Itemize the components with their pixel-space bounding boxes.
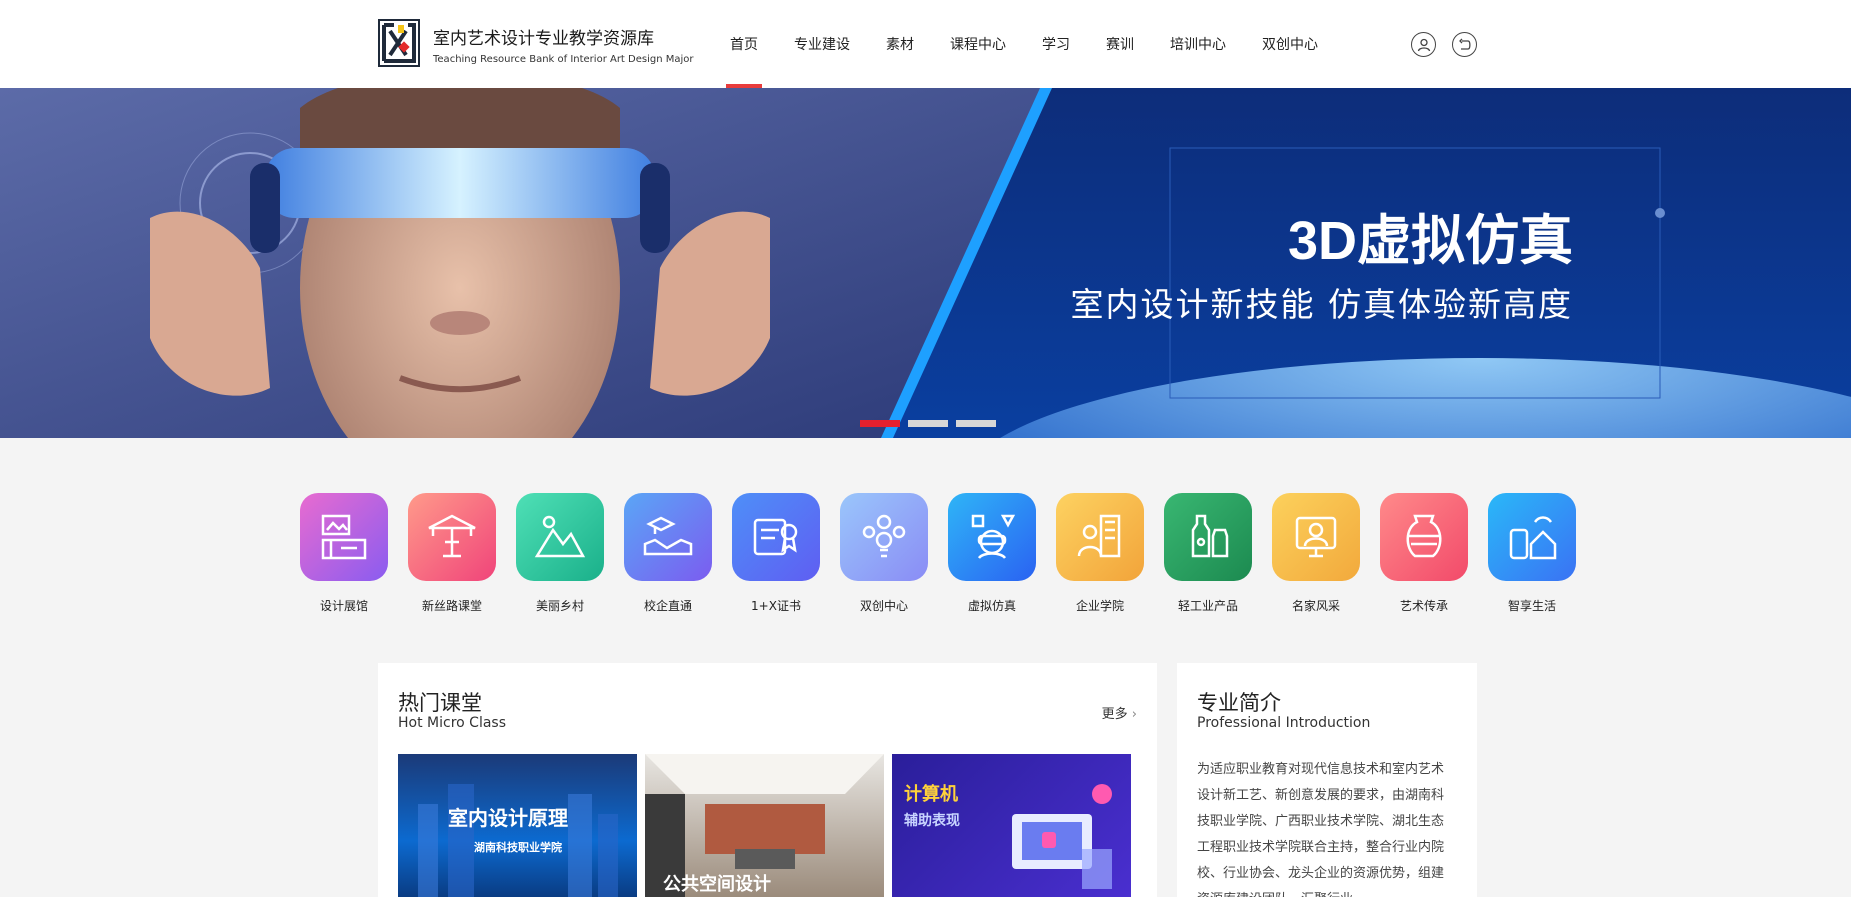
category-label: 智享生活 [1507, 599, 1556, 613]
category-silk-road[interactable]: 新丝路课堂 [408, 493, 516, 614]
site-header: 室内艺术设计专业教学资源库 Teaching Resource Bank of … [0, 0, 1851, 88]
course-thumb-1[interactable]: 室内设计原理 湖南科技职业学院 [398, 754, 637, 897]
main-nav: 首页 专业建设 素材 课程中心 学习 赛训 培训中心 双创中心 [712, 0, 1336, 88]
hot-class-subtitle: Hot Micro Class [398, 715, 506, 731]
nav-item-competition[interactable]: 赛训 [1088, 0, 1152, 88]
intro-text: 为适应职业教育对现代信息技术和室内艺术设计新工艺、新创意发展的要求，由湖南科技职… [1197, 762, 1445, 897]
nav-item-major[interactable]: 专业建设 [776, 0, 868, 88]
course-thumb-3[interactable]: 计算机 辅助表现 [892, 754, 1131, 897]
master-icon [1272, 493, 1360, 581]
nav-item-courses[interactable]: 课程中心 [932, 0, 1024, 88]
category-light-industry[interactable]: 轻工业产品 [1164, 493, 1272, 614]
carousel-dot-3[interactable] [956, 420, 996, 427]
category-label: 虚拟仿真 [967, 599, 1016, 613]
category-school-enterprise[interactable]: 校企直通 [624, 493, 732, 614]
category-innovation[interactable]: 双创中心 [840, 493, 948, 614]
intro-subtitle: Professional Introduction [1197, 715, 1371, 731]
category-label: 轻工业产品 [1177, 599, 1238, 613]
hot-class-card: 热门课堂 Hot Micro Class 更多 › 室内设计原理 湖南科技职业学… [378, 663, 1157, 897]
category-1x-certificate[interactable]: 1+X证书 [732, 493, 840, 614]
certificate-icon [732, 493, 820, 581]
banner-image [0, 88, 1851, 438]
brand-name-cn: 室内艺术设计专业教学资源库 [433, 29, 654, 49]
category-label: 双创中心 [859, 599, 908, 613]
category-masters[interactable]: 名家风采 [1272, 493, 1380, 614]
banner-title: 3D虚拟仿真 [1287, 211, 1573, 271]
vr-headset-icon [948, 493, 1036, 581]
thumb-title: 室内设计原理 [448, 806, 568, 830]
category-virtual-simulation[interactable]: 虚拟仿真 [948, 493, 1056, 614]
lightbulb-icon [840, 493, 928, 581]
thumb-title: 计算机 [904, 784, 958, 805]
carousel-dot-2[interactable] [908, 420, 948, 427]
nav-item-innovation[interactable]: 双创中心 [1244, 0, 1336, 88]
handshake-icon [624, 493, 712, 581]
category-label: 1+X证书 [751, 599, 801, 613]
mountain-village-icon [516, 493, 604, 581]
category-list: 设计展馆 新丝路课堂 美丽乡村 校企直通 1+X证书 双创中心 虚拟仿真 企业学… [300, 493, 1596, 614]
category-label: 新丝路课堂 [421, 599, 482, 613]
category-label: 企业学院 [1075, 599, 1124, 613]
banner-subtitle: 室内设计新技能 仿真体验新高度 [1070, 285, 1573, 324]
hot-class-title: 热门课堂 [398, 691, 482, 715]
category-label: 校企直通 [643, 599, 692, 613]
school-logo[interactable] [378, 19, 420, 67]
nav-item-materials[interactable]: 素材 [868, 0, 932, 88]
intro-card: 专业简介 Professional Introduction 为适应职业教育对现… [1177, 663, 1477, 897]
pavilion-icon [408, 493, 496, 581]
chevron-right-icon: › [1131, 707, 1137, 722]
category-smart-living[interactable]: 智享生活 [1488, 493, 1596, 614]
category-design-gallery[interactable]: 设计展馆 [300, 493, 408, 614]
nav-item-training[interactable]: 培训中心 [1152, 0, 1244, 88]
vase-icon [1380, 493, 1468, 581]
category-label: 名家风采 [1291, 599, 1340, 613]
nav-item-home[interactable]: 首页 [712, 0, 776, 88]
category-enterprise-college[interactable]: 企业学院 [1056, 493, 1164, 614]
design-gallery-icon [300, 493, 388, 581]
category-label: 美丽乡村 [535, 599, 584, 613]
thumb-subtitle: 湖南科技职业学院 [474, 841, 562, 854]
category-label: 艺术传承 [1399, 599, 1448, 613]
thumb-title: 公共空间设计 [663, 874, 771, 895]
intro-title: 专业简介 [1197, 691, 1281, 715]
category-art-heritage[interactable]: 艺术传承 [1380, 493, 1488, 614]
user-icon[interactable] [1411, 32, 1436, 57]
nav-item-study[interactable]: 学习 [1024, 0, 1088, 88]
more-label: 更多 [1101, 707, 1128, 722]
logout-icon[interactable] [1452, 32, 1477, 57]
brand[interactable]: 室内艺术设计专业教学资源库 Teaching Resource Bank of … [433, 24, 694, 65]
hero-banner[interactable]: 3D虚拟仿真 室内设计新技能 仿真体验新高度 [0, 88, 1851, 438]
enterprise-icon [1056, 493, 1144, 581]
smart-home-icon [1488, 493, 1576, 581]
bottles-icon [1164, 493, 1252, 581]
brand-name-en: Teaching Resource Bank of Interior Art D… [433, 54, 694, 65]
carousel-indicators [860, 420, 996, 427]
course-thumb-2[interactable]: 公共空间设计 [645, 754, 884, 897]
category-label: 设计展馆 [319, 599, 368, 613]
thumb-subtitle: 辅助表现 [904, 813, 960, 829]
category-beautiful-village[interactable]: 美丽乡村 [516, 493, 624, 614]
carousel-dot-1[interactable] [860, 420, 900, 427]
more-link[interactable]: 更多 › [1102, 703, 1137, 722]
